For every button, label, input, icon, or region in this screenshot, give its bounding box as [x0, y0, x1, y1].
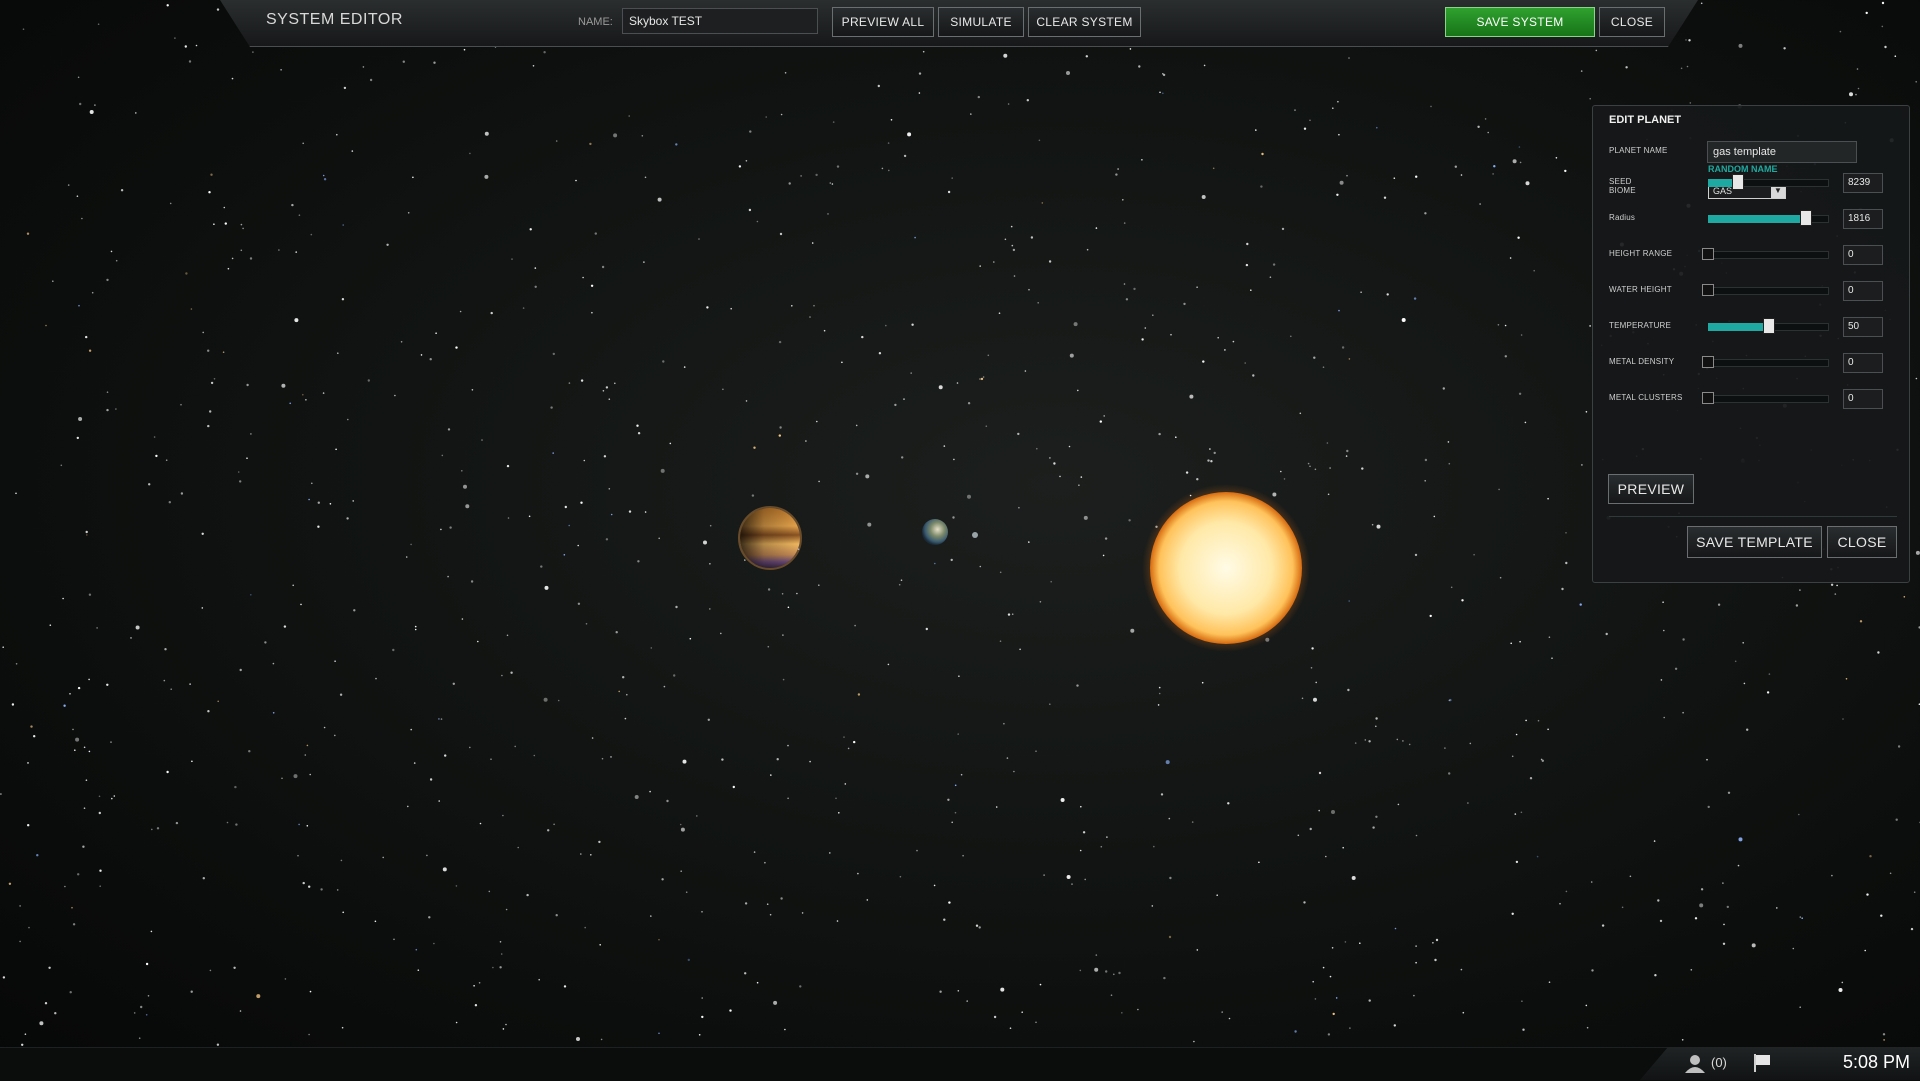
metal-clusters-value-field[interactable]: 0 [1843, 389, 1883, 409]
sun-body [1150, 492, 1302, 644]
gas-planet[interactable] [738, 506, 802, 570]
slider-thumb[interactable] [1702, 356, 1714, 368]
planet-name-input[interactable] [1707, 141, 1857, 163]
page-title: SYSTEM EDITOR [266, 11, 403, 28]
temperature-slider[interactable] [1708, 318, 1829, 334]
edit-planet-panel: EDIT PLANET PLANET NAME RANDOM NAME BIOM… [1592, 105, 1910, 583]
metal-density-label: METAL DENSITY [1609, 357, 1675, 366]
biome-label: BIOME [1609, 186, 1636, 195]
random-name-link[interactable]: RANDOM NAME [1708, 164, 1778, 174]
slider-track[interactable] [1708, 251, 1829, 259]
metal-density-value-field[interactable]: 0 [1843, 353, 1883, 373]
radius-slider[interactable] [1708, 210, 1829, 226]
temperature-label: TEMPERATURE [1609, 321, 1672, 330]
metal-clusters-slider[interactable] [1702, 392, 1829, 404]
preview-button[interactable]: PREVIEW [1608, 474, 1694, 504]
close-panel-button[interactable]: CLOSE [1827, 526, 1897, 558]
moon[interactable] [972, 532, 978, 538]
taskbar [0, 1047, 1920, 1081]
height-range-value-field[interactable]: 0 [1843, 245, 1883, 265]
slider-thumb[interactable] [1800, 210, 1812, 226]
system-name-label: NAME: [578, 16, 613, 28]
slider-track[interactable] [1708, 287, 1829, 295]
slider-thumb[interactable] [1732, 174, 1744, 190]
panel-title: EDIT PLANET [1609, 114, 1682, 126]
clear-system-button[interactable]: CLEAR SYSTEM [1028, 7, 1141, 37]
height-range-slider[interactable] [1702, 248, 1829, 260]
water-height-label: WATER HEIGHT [1609, 285, 1672, 294]
biome-value: GAS [1713, 186, 1733, 196]
slider-fill [1708, 323, 1769, 331]
slider-track[interactable] [1708, 359, 1829, 367]
notification-count: (0) [1711, 1055, 1727, 1070]
radius-label: Radius [1609, 213, 1636, 222]
divider [1609, 516, 1897, 517]
system-name-input[interactable] [622, 8, 818, 34]
seed-value-field[interactable]: 8239 [1843, 173, 1883, 193]
close-editor-button[interactable]: CLOSE [1599, 7, 1665, 37]
slider-thumb[interactable] [1763, 318, 1775, 334]
simulate-button[interactable]: SIMULATE [938, 7, 1024, 37]
preview-all-button[interactable]: PREVIEW ALL [832, 7, 934, 37]
slider-fill [1708, 215, 1806, 223]
slider-thumb[interactable] [1702, 392, 1714, 404]
planet-name-label: PLANET NAME [1609, 146, 1668, 155]
seed-label: SEED [1609, 177, 1632, 186]
height-range-label: HEIGHT RANGE [1609, 249, 1673, 258]
water-height-value-field[interactable]: 0 [1843, 281, 1883, 301]
rocky-planet[interactable] [922, 519, 948, 545]
slider-track[interactable] [1708, 395, 1829, 403]
radius-value-field[interactable]: 1816 [1843, 209, 1883, 229]
slider-thumb[interactable] [1702, 248, 1714, 260]
save-system-button[interactable]: SAVE SYSTEM [1445, 7, 1595, 37]
metal-density-slider[interactable] [1702, 356, 1829, 368]
metal-clusters-label: METAL CLUSTERS [1609, 393, 1683, 402]
flag-icon[interactable] [1752, 1053, 1772, 1073]
save-template-button[interactable]: SAVE TEMPLATE [1687, 526, 1822, 558]
seed-slider[interactable] [1708, 174, 1829, 190]
water-height-slider[interactable] [1702, 284, 1829, 296]
clock: 5:08 PM [1842, 1052, 1910, 1072]
temperature-value-field[interactable]: 50 [1843, 317, 1883, 337]
slider-thumb[interactable] [1702, 284, 1714, 296]
user-icon[interactable] [1683, 1053, 1707, 1075]
